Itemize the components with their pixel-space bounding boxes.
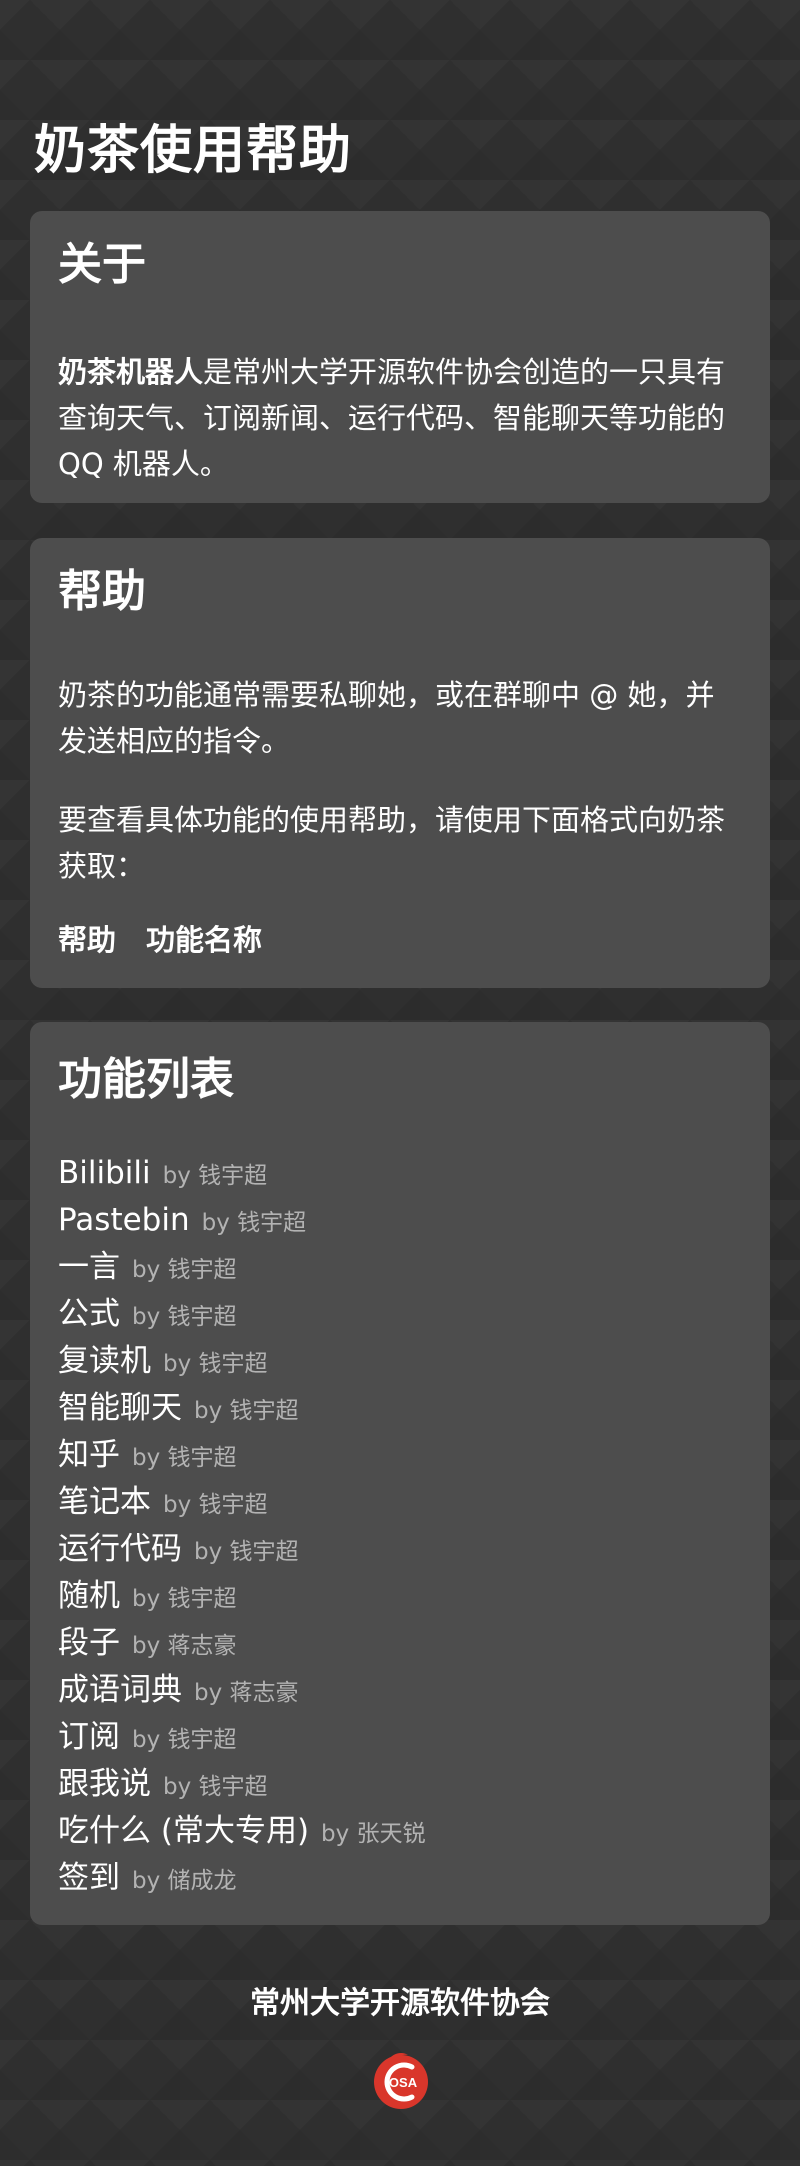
feature-author: by 钱宇超 [132, 1257, 237, 1283]
feature-name: 吃什么 (常大专用) [58, 1813, 310, 1849]
feature-name: 随机 [58, 1578, 120, 1614]
help-command-format: 帮助 功能名称 [58, 917, 742, 963]
features-card: 功能列表 Bilibili by 钱宇超 Pastebin by 钱宇超 一言 by … [30, 1022, 770, 1925]
feature-name: 笔记本 [58, 1484, 151, 1520]
feature-item: 跟我说 by 钱宇超 [58, 1761, 742, 1808]
feature-name: 跟我说 [58, 1766, 151, 1802]
feature-author: by 钱宇超 [163, 1774, 268, 1800]
feature-item: 运行代码 by 钱宇超 [58, 1526, 742, 1573]
feature-item: 一言 by 钱宇超 [58, 1244, 742, 1291]
feature-name: 订阅 [58, 1719, 120, 1755]
help-paragraph-1: 奶茶的功能通常需要私聊她，或在群聊中 @ 她，并发送相应的指令。 [58, 678, 715, 758]
feature-item: Bilibili by 钱宇超 [58, 1150, 742, 1197]
feature-item: 智能聊天 by 钱宇超 [58, 1385, 742, 1432]
page-title: 奶茶使用帮助 [34, 120, 353, 181]
feature-author: by 钱宇超 [163, 1492, 268, 1518]
feature-name: 知乎 [58, 1437, 120, 1473]
help-title: 帮助 [58, 566, 146, 617]
feature-item: 笔记本 by 钱宇超 [58, 1479, 742, 1526]
feature-item: 成语词典 by 蒋志豪 [58, 1667, 742, 1714]
command-keyword: 帮助 [58, 923, 117, 957]
feature-author: by 钱宇超 [132, 1304, 237, 1330]
feature-list: Bilibili by 钱宇超 Pastebin by 钱宇超 一言 by 钱宇超 公… [58, 1150, 742, 1902]
feature-author: by 蒋志豪 [132, 1633, 237, 1659]
feature-item: 随机 by 钱宇超 [58, 1573, 742, 1620]
help-paragraph-2: 要查看具体功能的使用帮助，请使用下面格式向奶茶获取： [58, 803, 726, 883]
help-card: 帮助 奶茶的功能通常需要私聊她，或在群聊中 @ 她，并发送相应的指令。 要查看具… [30, 538, 770, 988]
features-title: 功能列表 [58, 1054, 234, 1105]
feature-author: by 钱宇超 [201, 1210, 307, 1236]
feature-name: 运行代码 [58, 1531, 182, 1567]
feature-author: by 钱宇超 [132, 1586, 237, 1612]
footer-org-name: 常州大学开源软件协会 [250, 1986, 550, 2021]
feature-author: by 钱宇超 [194, 1539, 299, 1565]
feature-author: by 钱宇超 [132, 1727, 237, 1753]
feature-author: by 钱宇超 [162, 1163, 268, 1189]
feature-name: 复读机 [58, 1343, 151, 1379]
about-card: 关于 奶茶机器人是常州大学开源软件协会创造的一只具有查询天气、订阅新闻、运行代码… [30, 211, 770, 503]
feature-item: 公式 by 钱宇超 [58, 1291, 742, 1338]
feature-item: 段子 by 蒋志豪 [58, 1620, 742, 1667]
feature-name: Pastebin [58, 1202, 190, 1238]
bot-name: 奶茶机器人 [58, 355, 204, 389]
feature-author: by 储成龙 [132, 1868, 237, 1894]
feature-author: by 蒋志豪 [194, 1680, 299, 1706]
feature-author: by 钱宇超 [194, 1398, 299, 1424]
feature-item: 知乎 by 钱宇超 [58, 1432, 742, 1479]
feature-name: 段子 [58, 1625, 120, 1661]
feature-author: by 钱宇超 [132, 1445, 237, 1471]
feature-name: 公式 [58, 1296, 120, 1332]
about-description: 奶茶机器人是常州大学开源软件协会创造的一只具有查询天气、订阅新闻、运行代码、智能… [58, 349, 742, 487]
feature-item: 复读机 by 钱宇超 [58, 1338, 742, 1385]
feature-name: 签到 [58, 1860, 120, 1896]
osa-logo-icon: OSA [374, 2053, 428, 2109]
feature-item: 订阅 by 钱宇超 [58, 1714, 742, 1761]
about-title: 关于 [58, 239, 146, 290]
feature-name: 智能聊天 [58, 1390, 182, 1426]
feature-item: 吃什么 (常大专用) by 张天锐 [58, 1808, 742, 1855]
feature-name: Bilibili [58, 1155, 151, 1191]
feature-item: 签到 by 储成龙 [58, 1855, 742, 1902]
feature-item: Pastebin by 钱宇超 [58, 1197, 742, 1244]
feature-author: by 钱宇超 [163, 1351, 268, 1377]
feature-name: 成语词典 [58, 1672, 182, 1708]
feature-author: by 张天锐 [321, 1821, 426, 1847]
command-argument: 功能名称 [146, 923, 263, 957]
feature-name: 一言 [58, 1249, 120, 1285]
osa-logo-text: OSA [389, 2075, 418, 2090]
